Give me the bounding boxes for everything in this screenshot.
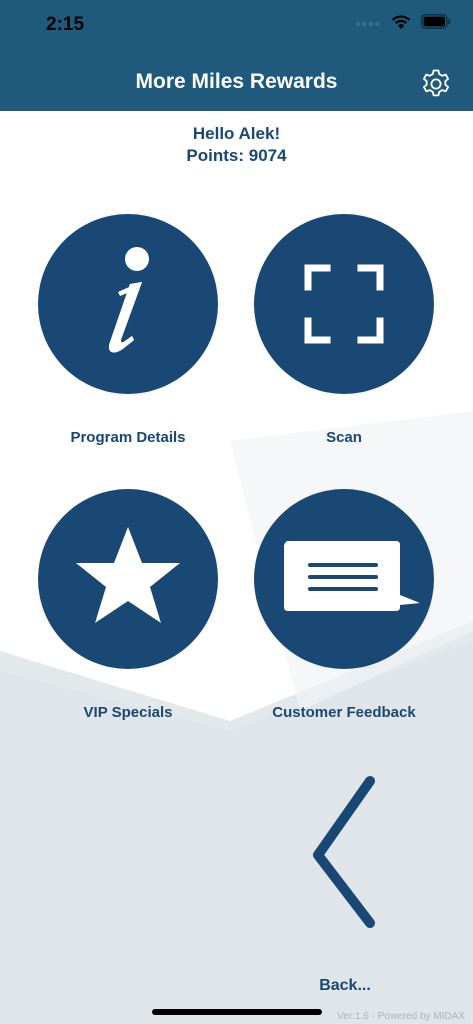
home-indicator[interactable] — [152, 1009, 322, 1015]
signal-dots-icon — [355, 15, 381, 33]
scan-button[interactable]: Scan — [254, 214, 434, 446]
customer-feedback-label: Customer Feedback — [272, 704, 416, 721]
customer-feedback-button[interactable]: Customer Feedback — [254, 489, 434, 721]
info-icon — [108, 247, 149, 353]
scan-frame-icon — [304, 264, 384, 344]
footer-version: Ver:1.6 - Powered by MIDAX — [337, 1011, 465, 1022]
main-content: Hello Alek! Points: 9074 Program Details — [0, 111, 473, 1024]
status-bar: 2:15 — [0, 0, 473, 56]
scan-label: Scan — [326, 429, 362, 446]
battery-icon — [421, 14, 451, 34]
back-label[interactable]: Back... — [310, 977, 380, 995]
status-time: 2:15 — [46, 14, 85, 35]
chevron-left-icon — [313, 776, 375, 928]
points-balance: Points: 9074 — [186, 146, 287, 165]
scan-circle[interactable] — [254, 214, 434, 394]
program-details-label: Program Details — [70, 429, 186, 446]
customer-feedback-circle[interactable] — [254, 489, 434, 669]
vip-specials-circle[interactable] — [38, 489, 218, 669]
greeting-hello: Hello Alek! — [192, 124, 281, 143]
vip-specials-button[interactable]: VIP Specials — [38, 489, 218, 721]
gear-icon[interactable] — [419, 67, 453, 101]
app-title: More Miles Rewards — [135, 70, 338, 93]
program-details-circle[interactable] — [38, 214, 218, 394]
star-icon — [76, 527, 180, 623]
wifi-icon — [391, 14, 411, 35]
app-header: More Miles Rewards — [0, 56, 473, 111]
back-button[interactable] — [300, 771, 390, 936]
program-details-button[interactable]: Program Details — [38, 214, 218, 446]
message-bubble-icon — [284, 541, 420, 611]
status-icons — [355, 12, 451, 36]
vip-specials-label: VIP Specials — [83, 704, 173, 721]
greeting: Hello Alek! Points: 9074 — [0, 123, 473, 167]
